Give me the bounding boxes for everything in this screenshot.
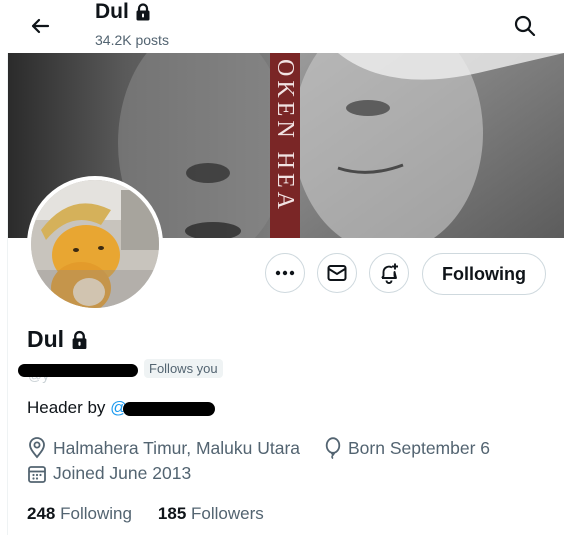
following-link[interactable]: 248 Following bbox=[27, 504, 132, 524]
banner-vertical-text: OKEN HEA bbox=[272, 59, 298, 213]
message-button[interactable] bbox=[317, 253, 357, 293]
followers-label: Followers bbox=[191, 504, 264, 523]
location-item: Halmahera Timur, Maluku Utara bbox=[27, 437, 300, 459]
lock-icon bbox=[72, 330, 87, 349]
mail-icon bbox=[327, 265, 347, 281]
following-button[interactable]: Following bbox=[422, 253, 546, 295]
notification-bell-icon bbox=[381, 263, 398, 284]
search-icon bbox=[514, 15, 536, 37]
avatar-image bbox=[31, 180, 159, 308]
following-label: Following bbox=[60, 504, 132, 523]
birthday-text: Born September 6 bbox=[348, 437, 491, 458]
avatar[interactable] bbox=[27, 176, 163, 312]
search-button[interactable] bbox=[510, 6, 540, 37]
balloon-icon bbox=[325, 437, 341, 459]
followers-count: 185 bbox=[157, 504, 187, 523]
profile-name-row: Dul bbox=[27, 326, 88, 353]
post-count: 34.2K posts bbox=[95, 32, 169, 48]
follows-you-badge: Follows you bbox=[144, 359, 223, 378]
header-title: Dul bbox=[95, 0, 151, 24]
header-name: Dul bbox=[95, 0, 129, 23]
handle-redaction bbox=[18, 364, 138, 377]
more-icon bbox=[275, 270, 295, 276]
follow-stats: 248 Following 185 Followers bbox=[27, 504, 264, 524]
profile-name: Dul bbox=[27, 326, 65, 352]
back-arrow-icon bbox=[31, 18, 50, 34]
profile-bio: Header by @ bbox=[27, 398, 216, 418]
following-count: 248 bbox=[27, 504, 56, 523]
location-icon bbox=[29, 437, 45, 459]
bio-text: Header by bbox=[27, 398, 106, 417]
birthday-item: Born September 6 bbox=[324, 437, 490, 459]
mention-redaction bbox=[123, 401, 216, 416]
joined-text: Joined June 2013 bbox=[53, 463, 192, 483]
location-text: Halmahera Timur, Maluku Utara bbox=[53, 437, 301, 458]
lock-icon bbox=[136, 3, 150, 21]
joined-item: Joined June 2013 bbox=[27, 463, 191, 484]
more-button[interactable] bbox=[265, 253, 305, 293]
calendar-icon bbox=[28, 465, 46, 483]
back-button[interactable] bbox=[24, 6, 54, 36]
notify-button[interactable] bbox=[369, 253, 409, 293]
followers-link[interactable]: 185 Followers bbox=[158, 504, 264, 524]
top-bar: Dul 34.2K posts bbox=[0, 0, 564, 53]
